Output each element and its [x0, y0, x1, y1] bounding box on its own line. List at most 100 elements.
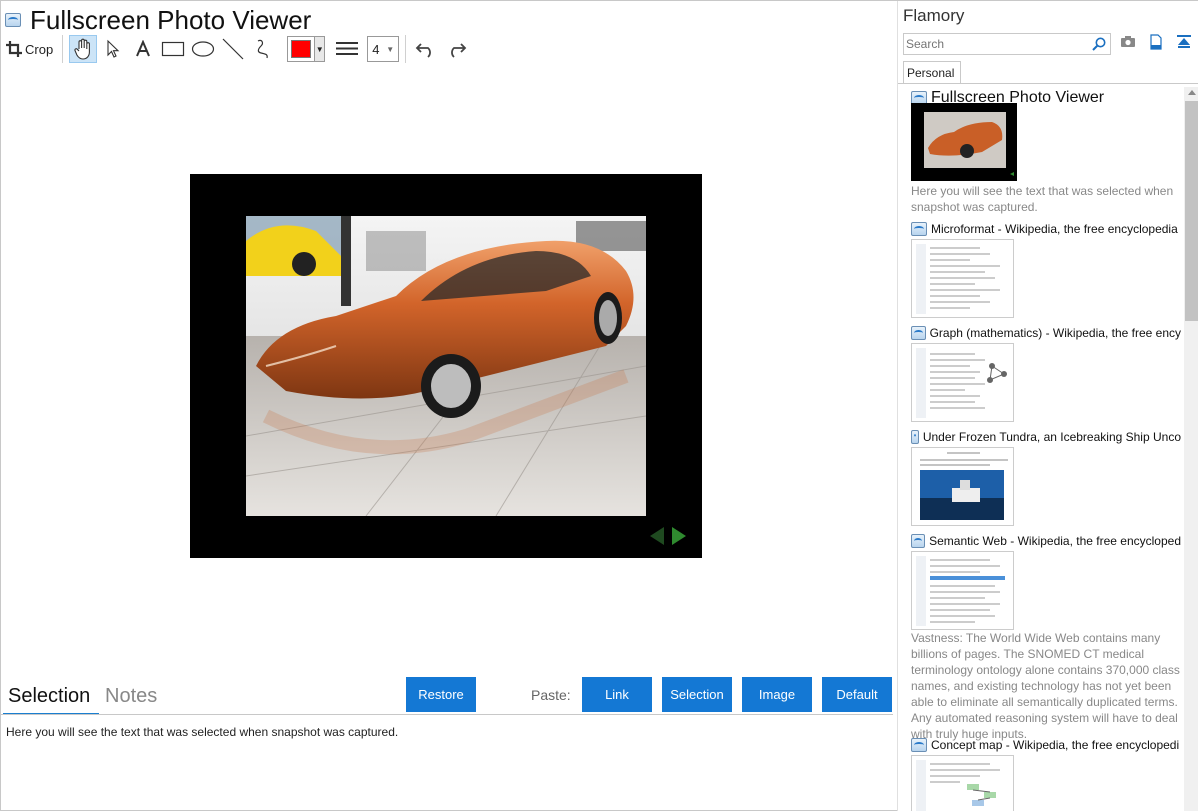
hand-tool-button[interactable] — [69, 35, 98, 63]
list-item[interactable]: Semantic Web - Wikipedia, the free encyc… — [911, 534, 1181, 548]
main-pane: Fullscreen Photo Viewer Crop ▼ 4 ▼ Selec… — [1, 1, 897, 811]
text-tool-button[interactable] — [129, 35, 157, 63]
list-item-description: Here you will see the text that was sele… — [911, 184, 1174, 214]
color-swatch — [291, 40, 312, 58]
snapshot-thumbnail[interactable] — [911, 447, 1014, 526]
page-icon — [911, 430, 919, 444]
line-icon — [222, 38, 244, 60]
stroke-color-picker[interactable]: ▼ — [287, 36, 326, 62]
camera-icon[interactable] — [1120, 34, 1136, 50]
page-icon — [911, 222, 927, 236]
snapshot-list: Fullscreen Photo Viewer Here you will se… — [898, 87, 1184, 811]
list-item-title: Under Frozen Tundra, an Icebreaking Ship… — [922, 430, 1181, 444]
car-photo — [246, 216, 646, 516]
select-tool-button[interactable] — [99, 35, 127, 63]
photo-viewer[interactable] — [190, 174, 702, 558]
search-box[interactable] — [903, 33, 1111, 55]
line-width-icon — [336, 42, 359, 55]
snapshot-thumbnail[interactable] — [911, 551, 1014, 630]
crop-label: Crop — [25, 41, 54, 57]
page-icon — [5, 13, 21, 27]
selection-text[interactable]: Here you will see the text that was sele… — [6, 725, 398, 739]
photo-nav — [648, 526, 688, 546]
car-thumbnail-image — [924, 112, 1014, 176]
freehand-icon — [257, 39, 268, 59]
previous-arrow-icon[interactable] — [648, 526, 666, 546]
line-width-button[interactable] — [333, 35, 361, 63]
list-item-title: Microformat - Wikipedia, the free encycl… — [931, 222, 1178, 236]
scroll-up-icon[interactable] — [1188, 90, 1196, 95]
list-item-header: Graph (mathematics) - Wikipedia, the fre… — [911, 326, 1181, 340]
page-thumbnail-image — [916, 556, 1005, 626]
freehand-tool-button[interactable] — [249, 35, 277, 63]
list-item-header: Concept map - Wikipedia, the free encycl… — [911, 738, 1181, 752]
page-thumbnail-image — [916, 348, 1007, 418]
scroll-thumb[interactable] — [1185, 101, 1198, 321]
paste-image-button[interactable]: Image — [742, 677, 812, 712]
paste-default-button[interactable]: Default — [822, 677, 892, 712]
tab-selection[interactable]: Selection — [8, 685, 90, 708]
chevron-down-icon: ▼ — [314, 37, 325, 61]
tabs-divider — [1, 714, 893, 715]
toolbar-separator — [405, 35, 407, 63]
sidebar-tools — [1120, 34, 1192, 50]
undo-icon — [415, 43, 432, 58]
paste-link-button[interactable]: Link — [582, 677, 652, 712]
sidebar-scrollbar[interactable] — [1184, 87, 1198, 811]
redo-button[interactable] — [442, 35, 470, 63]
page-thumbnail-image — [916, 244, 1000, 314]
app-window: Fullscreen Photo Viewer Crop ▼ 4 ▼ Selec… — [0, 0, 1198, 811]
list-item[interactable]: Under Frozen Tundra, an Icebreaking Ship… — [911, 430, 1181, 444]
page-icon — [911, 326, 926, 340]
list-item-description: Vastness: The World Wide Web contains ma… — [911, 631, 1180, 741]
flamory-sidebar: Flamory Personal Fullscreen Photo Viewer — [897, 1, 1198, 811]
list-item-title: Concept map - Wikipedia, the free encycl… — [931, 738, 1180, 752]
page-icon — [911, 738, 927, 752]
list-item[interactable]: Concept map - Wikipedia, the free encycl… — [911, 738, 1181, 752]
hand-icon — [74, 38, 91, 60]
chevron-down-icon: ▼ — [386, 44, 395, 54]
sidebar-title: Flamory — [903, 6, 965, 25]
list-item[interactable]: Graph (mathematics) - Wikipedia, the fre… — [911, 326, 1181, 340]
snapshot-thumbnail[interactable] — [911, 343, 1014, 422]
sports-car-image — [246, 216, 646, 516]
snapshot-thumbnail[interactable] — [911, 103, 1017, 181]
annotation-toolbar: Crop ▼ 4 ▼ — [5, 34, 472, 64]
list-item-title: Semantic Web - Wikipedia, the free encyc… — [929, 534, 1181, 548]
page-thumbnail-image — [916, 760, 1000, 811]
rectangle-icon — [162, 41, 185, 57]
redo-icon — [451, 43, 467, 58]
line-tool-button[interactable] — [219, 35, 247, 63]
search-icon[interactable] — [1092, 37, 1106, 51]
pointer-icon — [107, 39, 120, 58]
line-width-select[interactable]: 4 ▼ — [367, 36, 400, 62]
crop-icon — [6, 41, 22, 57]
snapshot-thumbnail[interactable] — [911, 239, 1014, 318]
line-width-value: 4 — [372, 41, 380, 57]
snapshot-thumbnail[interactable] — [911, 755, 1014, 811]
document-icon[interactable] — [1148, 34, 1164, 50]
ellipse-tool-button[interactable] — [189, 35, 217, 63]
document-title: Fullscreen Photo Viewer — [30, 5, 312, 35]
list-item-title: Graph (mathematics) - Wikipedia, the fre… — [929, 326, 1181, 340]
paste-label: Paste: — [531, 687, 571, 703]
text-icon — [136, 40, 151, 57]
tab-personal[interactable]: Personal — [903, 61, 961, 84]
tab-notes[interactable]: Notes — [105, 685, 157, 708]
rectangle-tool-button[interactable] — [159, 35, 187, 63]
page-icon — [911, 534, 926, 548]
crop-button[interactable]: Crop — [5, 35, 54, 63]
next-arrow-icon[interactable] — [670, 526, 688, 546]
news-thumbnail-image — [920, 452, 1008, 520]
undo-button[interactable] — [412, 35, 440, 63]
collapse-top-icon[interactable] — [1176, 34, 1192, 50]
ellipse-icon — [192, 41, 215, 57]
list-item[interactable]: Microformat - Wikipedia, the free encycl… — [911, 222, 1181, 236]
search-input[interactable] — [906, 34, 1086, 54]
list-item-header: Under Frozen Tundra, an Icebreaking Ship… — [911, 430, 1181, 444]
paste-selection-button[interactable]: Selection — [662, 677, 732, 712]
toolbar-separator — [62, 35, 64, 63]
list-item-header: Semantic Web - Wikipedia, the free encyc… — [911, 534, 1181, 548]
restore-button[interactable]: Restore — [406, 677, 476, 712]
list-item-header: Microformat - Wikipedia, the free encycl… — [911, 222, 1181, 236]
